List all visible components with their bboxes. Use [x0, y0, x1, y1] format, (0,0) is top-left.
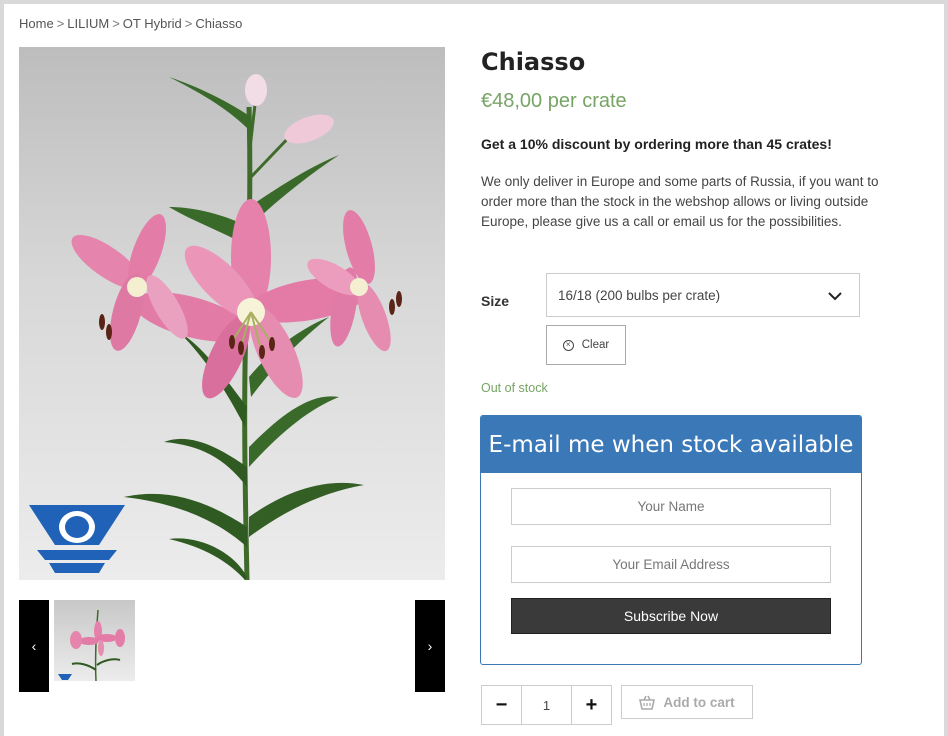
chevron-left-icon: ‹: [31, 638, 37, 654]
breadcrumb-home[interactable]: Home: [19, 16, 54, 31]
email-input[interactable]: [511, 546, 831, 583]
stock-status: Out of stock: [481, 381, 548, 395]
decrease-quantity-button[interactable]: −: [482, 686, 521, 724]
lily-illustration: [29, 74, 402, 580]
breadcrumb: Home > LILIUM > OT Hybrid > Chiasso: [19, 16, 242, 31]
product-price: €48,00 per crate: [481, 90, 627, 112]
brand-logo: [29, 505, 125, 573]
notify-header: E-mail me when stock available: [481, 416, 861, 473]
discount-notice: Get a 10% discount by ordering more than…: [481, 136, 832, 152]
breadcrumb-current: Chiasso: [195, 16, 243, 31]
breadcrumb-separator: >: [184, 16, 193, 31]
product-title: Chiasso: [481, 48, 586, 76]
stock-notify-form: E-mail me when stock available Subscribe…: [480, 415, 862, 665]
add-to-cart-label: Add to cart: [663, 694, 735, 710]
breadcrumb-subcategory[interactable]: OT Hybrid: [123, 16, 182, 31]
add-to-cart-button[interactable]: Add to cart: [621, 685, 753, 719]
increase-quantity-button[interactable]: +: [572, 686, 611, 724]
name-input[interactable]: [511, 488, 831, 525]
gallery-next-button[interactable]: ›: [415, 600, 445, 692]
quantity-input[interactable]: 1: [521, 686, 572, 724]
delivery-info: We only deliver in Europe and some parts…: [481, 174, 879, 229]
clear-circle-icon: ×: [562, 339, 574, 351]
page-frame: Home > LILIUM > OT Hybrid > Chiasso ‹ › …: [4, 4, 944, 736]
breadcrumb-category[interactable]: LILIUM: [67, 16, 109, 31]
size-select[interactable]: 16/18 (200 bulbs per crate): [546, 273, 860, 317]
subscribe-button[interactable]: Subscribe Now: [511, 598, 831, 634]
product-main-image[interactable]: [19, 47, 445, 580]
quantity-stepper: − 1 +: [481, 685, 612, 725]
breadcrumb-separator: >: [56, 16, 65, 31]
lily-thumbnail-illustration: [58, 609, 125, 681]
size-select-value: 16/18 (200 bulbs per crate): [558, 287, 721, 303]
breadcrumb-separator: >: [112, 16, 120, 31]
chevron-right-icon: ›: [427, 638, 433, 654]
basket-icon: [639, 695, 656, 710]
clear-button-label: Clear: [581, 339, 610, 351]
size-label: Size: [481, 293, 510, 309]
clear-button[interactable]: × Clear: [546, 325, 626, 365]
chevron-down-icon: [828, 292, 842, 301]
gallery-prev-button[interactable]: ‹: [19, 600, 49, 692]
gallery-thumbnail[interactable]: [54, 600, 135, 681]
